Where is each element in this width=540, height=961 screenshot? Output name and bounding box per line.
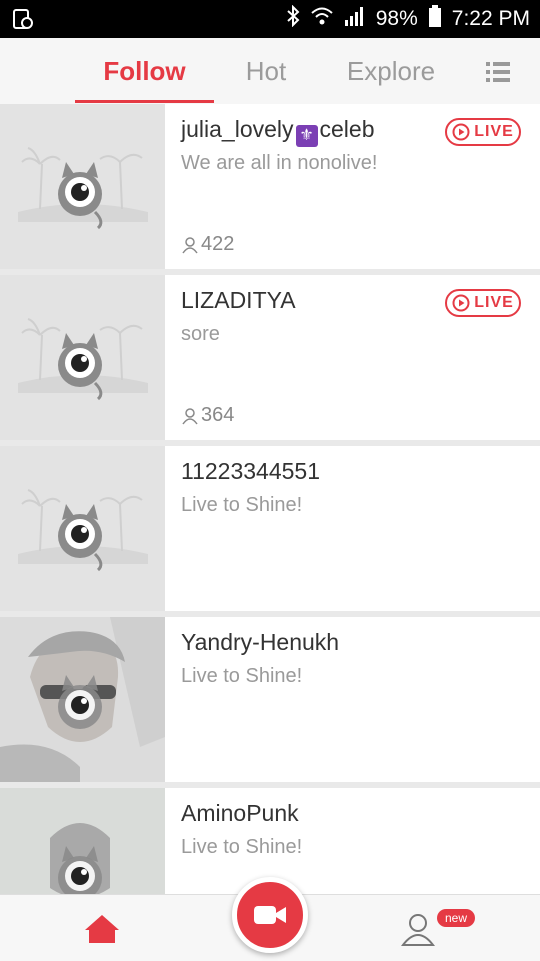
- broadcaster-bio: sore: [181, 323, 220, 345]
- broadcaster-name-part2: celeb: [319, 116, 375, 142]
- new-badge: new: [437, 909, 475, 927]
- viewer-count-value: 364: [201, 404, 235, 426]
- person-icon: [182, 407, 198, 424]
- viewer-count: 422: [181, 233, 234, 256]
- avatar-placeholder: [0, 275, 165, 440]
- broadcaster-name: AminoPunk: [181, 800, 299, 826]
- clock: 7:22 PM: [451, 7, 530, 30]
- avatar-photo: [0, 788, 165, 894]
- bluetooth-icon: [286, 4, 300, 33]
- top-tab-bar: Follow Hot Explore: [0, 38, 540, 105]
- feed-row[interactable]: julia_lovely ⚜ celeb We are all in nonoliv…: [0, 104, 540, 269]
- broadcaster-bio: Live to Shine!: [181, 836, 303, 858]
- feed-row[interactable]: Yandry-Henukh Live to Shine!: [0, 617, 540, 782]
- play-circle-icon: [452, 123, 470, 141]
- feed-row[interactable]: 11223344551 Live to Shine!: [0, 446, 540, 611]
- broadcaster-name-part1: julia_lovely: [181, 116, 294, 142]
- list-menu-icon[interactable]: [480, 60, 516, 84]
- fleur-de-lis-icon: ⚜: [295, 125, 318, 147]
- battery-icon: [428, 5, 442, 33]
- go-live-button[interactable]: [232, 877, 308, 953]
- broadcaster-name: 11223344551: [181, 458, 320, 484]
- wifi-icon: [310, 6, 334, 32]
- signal-icon: [344, 6, 366, 32]
- broadcaster-name: Yandry-Henukh: [181, 629, 340, 655]
- viewer-count-value: 422: [201, 233, 235, 255]
- battery-percentage: 98%: [375, 7, 418, 30]
- avatar-placeholder: [0, 446, 165, 611]
- active-tab-indicator: [75, 100, 214, 103]
- broadcaster-bio: Live to Shine!: [181, 494, 303, 516]
- person-icon: [182, 236, 198, 253]
- avatar-photo: [0, 617, 165, 782]
- play-circle-icon: [452, 294, 470, 312]
- live-badge[interactable]: LIVE: [445, 118, 521, 146]
- broadcaster-name: julia_lovely ⚜ celeb: [181, 116, 375, 147]
- feed-row[interactable]: LIZADITYA sore LIVE 364: [0, 275, 540, 440]
- broadcaster-bio: Live to Shine!: [181, 665, 303, 687]
- tab-hot[interactable]: Hot: [225, 38, 307, 104]
- broadcaster-name: LIZADITYA: [181, 287, 296, 313]
- follow-feed: julia_lovely ⚜ celeb We are all in nonoliv…: [0, 104, 540, 894]
- live-label: LIVE: [474, 294, 514, 311]
- live-label: LIVE: [474, 123, 514, 140]
- avatar-placeholder: [0, 104, 165, 269]
- viewer-count: 364: [181, 404, 234, 427]
- home-icon[interactable]: [83, 913, 121, 945]
- video-camera-icon: [254, 906, 286, 924]
- tab-follow[interactable]: Follow: [75, 38, 214, 104]
- bottom-nav-bar: new: [0, 877, 540, 961]
- notification-icon: [12, 8, 34, 35]
- live-badge[interactable]: LIVE: [445, 289, 521, 317]
- broadcaster-bio: We are all in nonolive!: [181, 152, 378, 174]
- profile-icon[interactable]: [400, 911, 436, 947]
- tab-explore[interactable]: Explore: [330, 38, 452, 104]
- status-bar: 98% 7:22 PM: [0, 0, 540, 38]
